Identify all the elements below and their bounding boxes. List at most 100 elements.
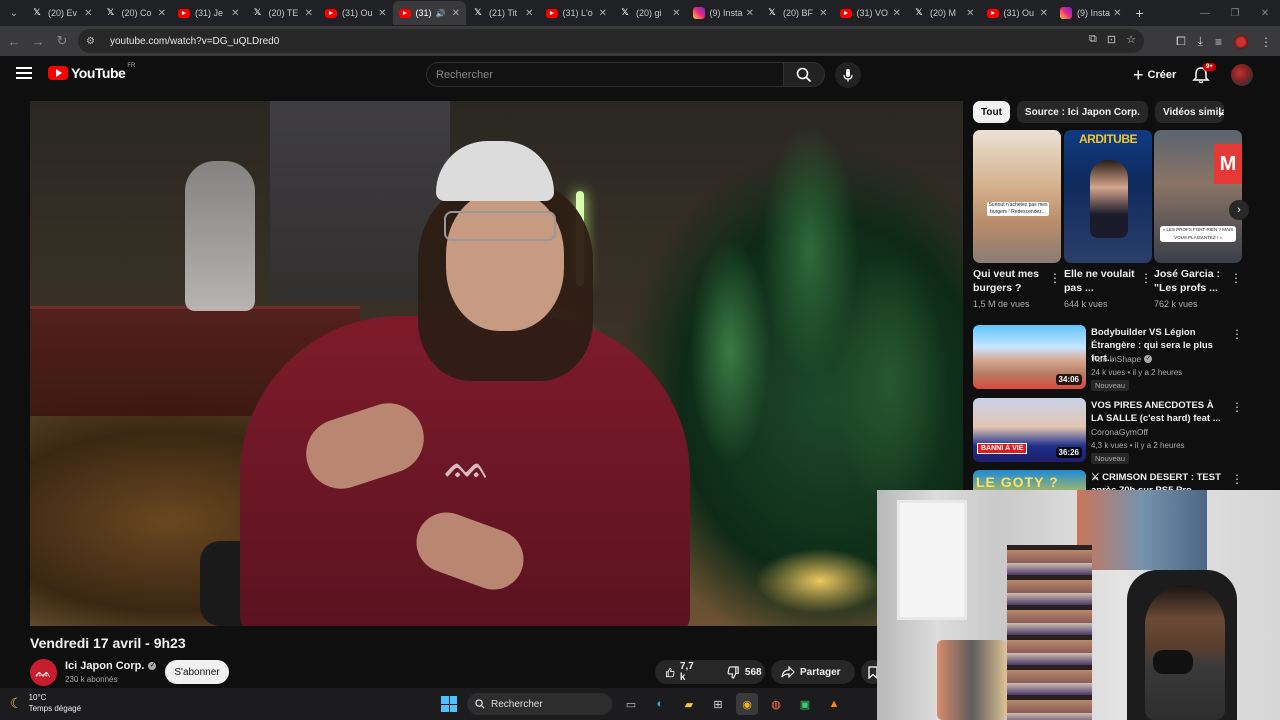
close-tab-icon[interactable]: ✕ — [525, 8, 533, 19]
chrome-icon[interactable]: ◉ — [736, 693, 758, 715]
channel-name-row[interactable]: Ici Japon Corp. ✓ — [65, 660, 157, 672]
more-options-icon[interactable]: ⋮ — [1049, 272, 1061, 284]
browser-tab[interactable]: (31) Ou ✕ — [319, 1, 393, 25]
browser-tab[interactable]: (31) VO ✕ — [834, 1, 908, 25]
short-item[interactable]: ARDITUBE Elle ne voulait pas ... ⋮ 644 k… — [1064, 130, 1152, 309]
account-avatar[interactable] — [1231, 64, 1253, 86]
filter-chip[interactable]: Tout — [973, 101, 1010, 123]
more-options-icon[interactable]: ⋮ — [1140, 272, 1152, 284]
browser-tab[interactable]: (31) Ou ✕ — [981, 1, 1055, 25]
voice-search-button[interactable] — [835, 62, 861, 88]
youtube-logo[interactable]: YouTube FR — [48, 63, 135, 81]
share-button[interactable]: Partager — [771, 660, 855, 684]
reload-icon[interactable]: ↻ — [50, 33, 74, 49]
video-thumbnail[interactable]: BANNI À VIE 36:26 — [973, 398, 1086, 462]
close-tab-icon[interactable]: ✕ — [452, 8, 460, 19]
task-view-icon[interactable]: ▭ — [620, 693, 642, 715]
search-input[interactable] — [436, 68, 783, 81]
back-icon[interactable]: ← — [2, 34, 26, 49]
short-item[interactable]: M « LES PROFS FONT RIEN ? MAIS VOUS PLAI… — [1154, 130, 1242, 309]
windows-start-icon[interactable] — [441, 696, 457, 712]
taskbar-search[interactable]: Rechercher — [467, 693, 612, 715]
like-button[interactable]: 7,7 k — [655, 660, 707, 684]
install-app-icon[interactable]: ⊡ — [1107, 33, 1116, 46]
vlc-icon[interactable]: ▲ — [823, 693, 845, 715]
browser-tab[interactable]: (31) Je ✕ — [172, 1, 246, 25]
more-options-icon[interactable]: ⋮ — [1231, 472, 1243, 486]
profile-avatar[interactable] — [1234, 34, 1248, 49]
url-text[interactable]: youtube.com/watch?v=DG_uQLDred0 — [110, 36, 279, 47]
menu-icon[interactable] — [16, 67, 32, 79]
filter-chip[interactable]: Source : Ici Japon Corp. — [1016, 101, 1148, 123]
video-channel[interactable]: CoronaGymOff — [1091, 427, 1148, 437]
more-options-icon[interactable]: ⋮ — [1230, 272, 1242, 284]
close-tab-icon[interactable]: ✕ — [893, 8, 901, 19]
subscribe-button[interactable]: S'abonner — [165, 660, 229, 684]
video-channel-row[interactable]: Tibo InShape ✓ — [1091, 354, 1153, 364]
short-title[interactable]: José Garcia : "Les profs ... — [1154, 267, 1230, 295]
browser-tab[interactable]: 𝕏 (21) Tit ✕ — [466, 1, 540, 25]
filter-chip[interactable]: Vidéos similaires — [1154, 101, 1224, 123]
search-box[interactable] — [426, 62, 784, 87]
short-thumbnail[interactable]: M « LES PROFS FONT RIEN ? MAIS VOUS PLAI… — [1154, 130, 1242, 263]
close-tab-icon[interactable]: ✕ — [378, 8, 386, 19]
notifications-button[interactable]: 9+ — [1192, 63, 1216, 86]
close-tab-icon[interactable]: ✕ — [1040, 8, 1048, 19]
close-tab-icon[interactable]: ✕ — [231, 8, 239, 19]
close-tab-icon[interactable]: ✕ — [158, 8, 166, 19]
browser-tab[interactable]: 𝕏 (20) Ev ✕ — [25, 1, 99, 25]
close-window-icon[interactable]: ✕ — [1250, 8, 1280, 19]
close-tab-icon[interactable]: ✕ — [746, 8, 754, 19]
cast-icon[interactable]: ⧉ — [1089, 33, 1097, 46]
short-thumbnail[interactable]: Surtout n'achetez pas mes burgers ! Rede… — [973, 130, 1061, 263]
close-tab-icon[interactable]: ✕ — [599, 8, 607, 19]
edge-icon[interactable]: ◐ — [649, 693, 671, 715]
more-options-icon[interactable]: ⋮ — [1231, 400, 1243, 414]
more-options-icon[interactable]: ⋮ — [1231, 327, 1243, 341]
weather-widget[interactable]: ☾ 10°C Temps dégagé — [10, 692, 81, 714]
search-button[interactable] — [783, 62, 825, 87]
close-tab-icon[interactable]: ✕ — [305, 8, 313, 19]
close-tab-icon[interactable]: ✕ — [819, 8, 827, 19]
video-title[interactable]: VOS PIRES ANECDOTES À LA SALLE (c'est ha… — [1091, 399, 1226, 425]
browser-menu-icon[interactable]: ⋮ — [1260, 35, 1272, 49]
dislike-button[interactable]: 568 — [717, 660, 772, 684]
channel-avatar[interactable]: ᨐ — [30, 659, 57, 686]
close-tab-icon[interactable]: ✕ — [966, 8, 974, 19]
short-item[interactable]: Surtout n'achetez pas mes burgers ! Rede… — [973, 130, 1061, 309]
browser-tab[interactable]: (9) Insta ✕ — [687, 1, 761, 25]
channel-name[interactable]: Ici Japon Corp. — [65, 660, 144, 672]
close-tab-icon[interactable]: ✕ — [84, 8, 92, 19]
file-explorer-icon[interactable]: ▰ — [678, 693, 700, 715]
site-info-icon[interactable]: ⚙ — [86, 36, 102, 47]
browser-tab[interactable]: 𝕏 (20) Co ✕ — [99, 1, 173, 25]
store-icon[interactable]: ⊞ — [707, 693, 729, 715]
video-channel[interactable]: Tibo InShape — [1091, 354, 1141, 364]
browser-tab[interactable]: (31) 🔊 ✕ — [392, 1, 466, 25]
browser-tab[interactable]: 𝕏 (20) gi ✕ — [613, 1, 687, 25]
game-bar-icon[interactable]: ▣ — [794, 693, 816, 715]
create-button[interactable]: + Créer — [1125, 62, 1184, 87]
browser-tab[interactable]: 𝕏 (20) TE ✕ — [246, 1, 320, 25]
address-bar[interactable]: ⚙ youtube.com/watch?v=DG_uQLDred0 ⧉ ⊡ ☆ — [78, 29, 1144, 53]
media-control-icon[interactable]: ≡ — [1215, 35, 1222, 49]
close-tab-icon[interactable]: ✕ — [672, 8, 680, 19]
video-thumbnail[interactable]: 34:06 — [973, 325, 1086, 389]
short-title[interactable]: Qui veut mes burgers ? — [973, 267, 1049, 295]
browser-tab[interactable]: 𝕏 (20) M ✕ — [907, 1, 981, 25]
chips-next-icon[interactable]: › — [1218, 106, 1223, 120]
browser-tab[interactable]: (31) L'o ✕ — [540, 1, 614, 25]
short-title[interactable]: Elle ne voulait pas ... — [1064, 267, 1140, 295]
minimize-icon[interactable]: — — [1190, 8, 1220, 19]
new-tab-button[interactable]: + — [1128, 5, 1152, 21]
recommended-video[interactable]: 34:06 Bodybuilder VS Légion Étrangère : … — [973, 325, 1243, 391]
short-thumbnail[interactable]: ARDITUBE — [1064, 130, 1152, 263]
forward-icon[interactable]: → — [26, 34, 50, 49]
restore-icon[interactable]: ❐ — [1220, 8, 1250, 19]
bookmark-star-icon[interactable]: ☆ — [1126, 33, 1136, 46]
shorts-next-icon[interactable]: › — [1229, 200, 1249, 220]
browser-tab[interactable]: (9) Insta ✕ — [1054, 1, 1128, 25]
downloads-icon[interactable]: ⤓ — [1198, 34, 1203, 49]
video-player[interactable]: ᨐ — [30, 101, 963, 626]
close-tab-icon[interactable]: ✕ — [1113, 8, 1121, 19]
